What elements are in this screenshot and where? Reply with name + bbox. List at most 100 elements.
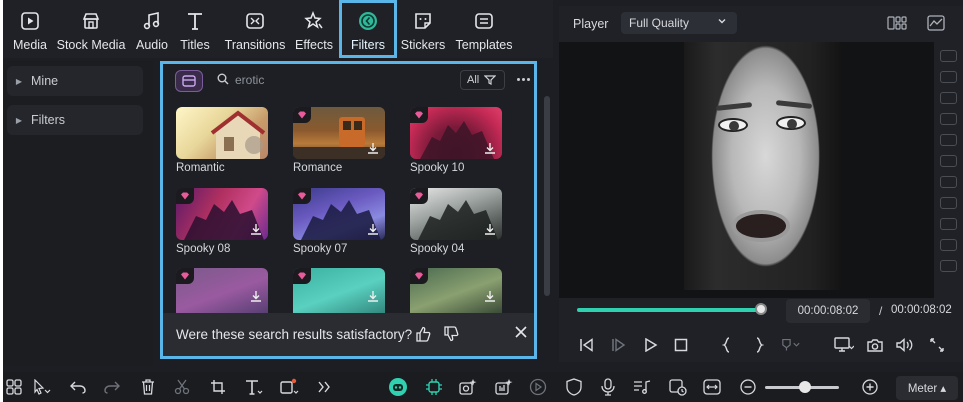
tab-stickers[interactable]: Stickers [397, 0, 449, 58]
playback-progress-bar[interactable] [577, 308, 762, 312]
filter-card-spooky-10[interactable]: Spooky 10 [410, 107, 502, 174]
grid-layout-icon[interactable] [3, 376, 25, 398]
zoom-out-icon[interactable] [737, 376, 759, 398]
filter-card-spooky-07[interactable]: Spooky 07 [293, 188, 385, 255]
download-icon[interactable] [367, 223, 379, 235]
tab-effects[interactable]: Effects [293, 0, 335, 58]
tab-label: Transitions [224, 38, 286, 52]
mark-out-icon[interactable] [749, 335, 769, 355]
tab-stock-media[interactable]: Stock Media [51, 0, 131, 58]
app-window: Media Stock Media Audio Titles Transitio… [3, 0, 963, 402]
layout-grid-icon[interactable] [887, 16, 907, 30]
select-pointer-icon[interactable] [31, 376, 53, 398]
undo-icon[interactable] [67, 376, 89, 398]
marker-icon[interactable] [781, 335, 801, 355]
video-viewer[interactable] [559, 42, 934, 298]
search-feedback-bar: Were these search results satisfactory? [163, 313, 534, 356]
shape-tool-icon[interactable] [279, 376, 301, 398]
play-icon[interactable] [641, 335, 661, 355]
feedback-question: Were these search results satisfactory? [176, 327, 413, 342]
music-note-icon [141, 10, 163, 32]
tab-templates[interactable]: Templates [449, 0, 519, 58]
category-toggle-button[interactable] [175, 70, 203, 92]
volume-icon[interactable] [895, 335, 915, 355]
download-icon[interactable] [367, 142, 379, 154]
premium-gem-icon [176, 268, 194, 284]
download-icon[interactable] [250, 290, 262, 302]
playhead-handle[interactable] [755, 303, 767, 315]
filter-name: Spooky 04 [410, 243, 465, 255]
shield-mask-icon[interactable] [563, 376, 585, 398]
templates-icon [473, 10, 495, 32]
stop-icon[interactable] [671, 335, 691, 355]
panel-scrollbar[interactable] [544, 96, 550, 296]
download-icon[interactable] [367, 290, 379, 302]
timeline-toolbar: Meter ▴ [3, 372, 963, 402]
mark-in-icon[interactable] [717, 335, 737, 355]
filter-card-spooky-08[interactable]: Spooky 08 [176, 188, 268, 255]
ai-clip-icon[interactable] [457, 376, 479, 398]
premium-gem-icon [293, 107, 311, 123]
zoom-in-icon[interactable] [859, 376, 881, 398]
sidebar-item-mine[interactable]: ▶ Mine [7, 66, 143, 96]
fit-timeline-icon[interactable] [701, 376, 723, 398]
download-icon[interactable] [250, 223, 262, 235]
more-tools-chevron-icon[interactable] [313, 376, 335, 398]
premium-gem-icon [293, 188, 311, 204]
filter-thumbnail [176, 188, 268, 240]
text-tool-icon[interactable] [243, 376, 265, 398]
meter-button[interactable]: Meter ▴ [896, 376, 958, 400]
tab-media[interactable]: Media [9, 0, 51, 58]
sidebar-item-filters[interactable]: ▶ Filters [7, 105, 143, 135]
filter-thumbnail [176, 107, 268, 159]
ai-audio-icon[interactable] [493, 376, 515, 398]
fullscreen-icon[interactable] [927, 335, 947, 355]
speed-icon[interactable] [527, 376, 549, 398]
auto-sync-icon[interactable] [667, 376, 689, 398]
quality-dropdown[interactable]: Full Quality [621, 12, 737, 34]
split-scissors-icon[interactable] [171, 376, 193, 398]
ai-copilot-icon[interactable] [387, 376, 409, 398]
tab-filters[interactable]: Filters [339, 0, 397, 58]
close-icon[interactable] [515, 326, 527, 338]
zoom-slider-handle[interactable] [799, 381, 811, 393]
thumbs-down-icon[interactable] [443, 326, 459, 342]
tab-transitions[interactable]: Transitions [217, 0, 293, 58]
filter-name: Romance [293, 162, 343, 174]
filter-type-dropdown[interactable]: All [460, 70, 505, 90]
snapshot-camera-icon[interactable] [865, 335, 885, 355]
step-forward-icon[interactable] [609, 335, 629, 355]
redo-icon[interactable] [101, 376, 123, 398]
funnel-icon [484, 75, 497, 85]
microphone-icon[interactable] [597, 376, 619, 398]
filter-card-romance[interactable]: Romance [293, 107, 385, 174]
filter-thumbnail [410, 188, 502, 240]
crop-icon[interactable] [207, 376, 229, 398]
tab-audio[interactable]: Audio [131, 0, 173, 58]
filter-card-romantic[interactable]: Romantic [176, 107, 268, 174]
filter-thumbnail [410, 107, 502, 159]
display-settings-icon[interactable] [833, 335, 855, 355]
filter-thumbnail [293, 107, 385, 159]
audio-list-icon[interactable] [631, 376, 653, 398]
step-back-icon[interactable] [577, 335, 597, 355]
filter-name: Spooky 08 [176, 243, 231, 255]
filter-card-spooky-04[interactable]: Spooky 04 [410, 188, 502, 255]
tab-titles[interactable]: Titles [173, 0, 217, 58]
download-icon[interactable] [484, 223, 496, 235]
download-icon[interactable] [484, 290, 496, 302]
download-icon[interactable] [484, 142, 496, 154]
search-input[interactable] [235, 71, 435, 89]
current-time: 00:00:08:02 [786, 299, 870, 323]
tab-label: Media [12, 38, 48, 52]
text-t-icon [184, 10, 206, 32]
delete-trash-icon[interactable] [137, 376, 159, 398]
sticker-icon [412, 10, 434, 32]
filters-icon [357, 10, 379, 32]
scope-chart-icon[interactable] [927, 15, 945, 31]
tab-label: Effects [295, 38, 333, 52]
stock-media-icon [80, 10, 102, 32]
more-options-button[interactable] [515, 70, 531, 88]
thumbs-up-icon[interactable] [415, 326, 431, 342]
ai-tools-chip-icon[interactable] [423, 376, 445, 398]
